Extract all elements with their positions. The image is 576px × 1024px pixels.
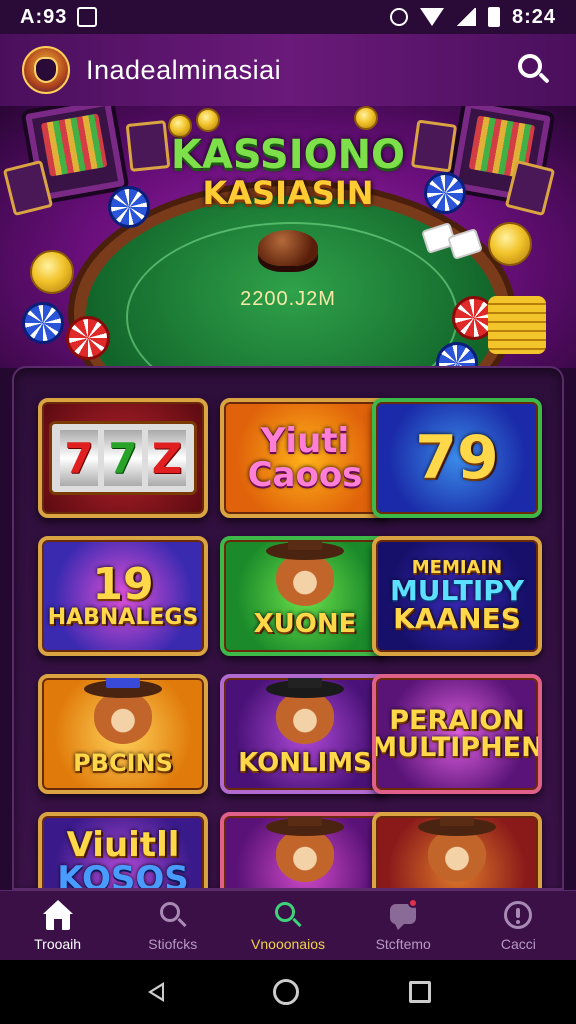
reel: Z [148,430,186,486]
game-title: XUONE [253,609,357,639]
game-tile[interactable]: PBCINS [38,674,208,794]
game-title: PBCINS [73,749,173,777]
alarm-icon [389,8,408,26]
coin-icon [354,106,378,130]
fox-mascot-icon [266,540,344,606]
back-icon[interactable] [145,981,164,1003]
game-tile[interactable]: Viuitll KOSOS [38,812,208,890]
status-bar: A:93 8:24 [0,0,576,34]
reel: 7 [104,430,142,486]
game-title: Yiuti Caoos [247,421,363,495]
nav-item-search[interactable]: Stiofcks [115,891,230,960]
nav-label: Cacci [500,935,536,952]
chat-icon [388,897,419,930]
notification-icon [77,7,98,27]
nav-label: Stcftemo [375,935,431,952]
notification-dot [408,897,419,908]
game-tile[interactable]: MEMIAIN MULTIPY KAANES [372,536,542,656]
app-logo[interactable] [22,46,70,94]
game-title: 79 [415,423,499,493]
nav-item-discover[interactable]: Vnooonaios [230,891,345,960]
game-tile[interactable]: XUONE [220,536,390,656]
fox-mascot-icon [84,678,162,744]
game-title: 19 HABNALEGS [47,559,199,630]
search-icon [273,900,303,930]
game-title: KONLIMS [238,748,372,778]
game-title: Viuitll KOSOS [57,825,189,890]
chip-icon [66,316,110,360]
info-icon [503,900,533,930]
game-tile[interactable]: PERAION MULTIPHEN [372,674,542,794]
nav-item-home[interactable]: Trooaih [0,891,115,960]
nav-label: Vnooonaios [251,935,325,952]
hero-title: KASSIONO KASIASIN [0,132,576,212]
app-bar: Inadealminasiai [0,34,576,106]
slot-reels: 7 7 Z [49,421,197,495]
battery-icon [487,7,500,27]
system-navigation-bar [0,960,576,1024]
game-grid: 7 7 Z Yiuti Caoos 79 19 HABNALEGS XUONE [12,366,564,890]
signal-icon [455,8,476,26]
home-icon [42,899,73,930]
nav-item-chat[interactable]: Stcftemo [346,891,461,960]
coin-icon [196,108,220,132]
status-time-left: A:93 [20,5,68,28]
status-indicators: 8:24 [389,5,556,29]
coin-icon [488,222,532,266]
app-screen: A:93 8:24 Inadealminasiai KASSIONO KASIA… [0,0,576,1024]
game-title: PERAION MULTIPHEN [372,705,542,763]
nav-label: Stiofcks [148,935,198,952]
search-button[interactable] [514,50,554,90]
nav-label: Trooaih [34,935,82,952]
bottom-navigation: Trooaih Stiofcks Vnooonaios Stcftemo Cac… [0,890,576,960]
game-tile[interactable] [372,812,542,888]
dealer-button-icon [258,230,318,266]
jackpot-amount: 2200.J2M [240,288,336,310]
game-tile[interactable]: 79 [372,398,542,518]
fox-mascot-icon [266,816,344,882]
game-tile[interactable]: Yiuti Caoos [220,398,390,518]
hero-title-line1: KASSIONO [170,132,406,178]
status-time-right: 8:24 [511,5,556,28]
reel: 7 [60,430,98,486]
game-tile[interactable]: 7 7 Z [38,398,208,518]
nav-item-info[interactable]: Cacci [461,891,576,960]
app-title: Inadealminasiai [86,54,282,85]
hero-title-line2: KASIASIN [202,174,374,212]
hero-banner[interactable]: KASSIONO KASIASIN 2200.J2M [0,106,576,368]
game-tile[interactable]: 19 HABNALEGS [38,536,208,656]
fox-mascot-icon [418,816,496,882]
mask-icon [34,57,58,83]
game-tile[interactable]: KONLIMS [220,674,390,794]
search-icon [158,900,188,930]
game-title: MEMIAIN MULTIPY KAANES [389,557,525,635]
game-tile[interactable] [220,812,390,888]
home-circle-icon[interactable] [273,979,299,1005]
wifi-icon [419,8,444,26]
recents-icon[interactable] [409,981,431,1003]
fox-mascot-icon [266,678,344,744]
